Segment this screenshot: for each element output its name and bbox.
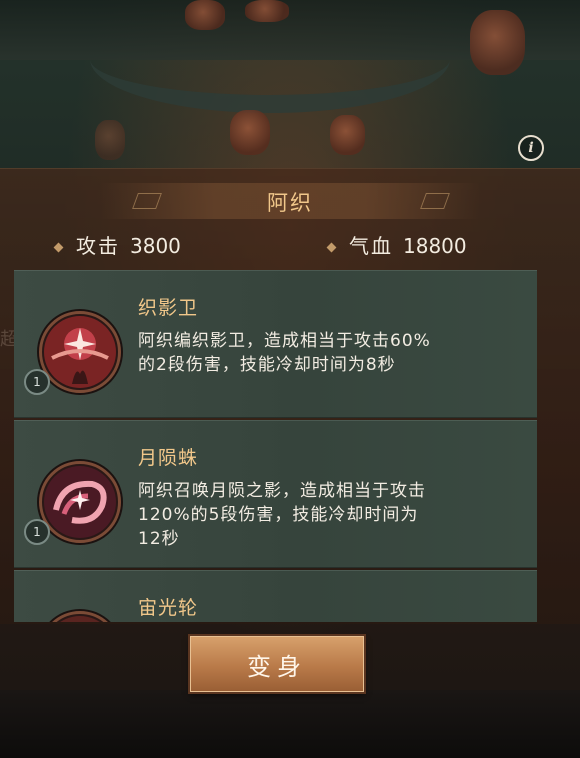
lantern-decoration — [470, 10, 525, 75]
skill-card[interactable]: 宙光轮 — [14, 570, 537, 622]
spiral-moon-skill-icon — [39, 461, 121, 543]
lantern-decoration — [185, 0, 225, 30]
stat-value: 18800 — [403, 234, 467, 258]
stat-label: 气血 — [349, 234, 393, 258]
stat-value: 3800 — [130, 234, 181, 258]
wheel-skill-icon — [39, 611, 121, 622]
skill-card[interactable]: 1 月陨蛛 阿织召唤月陨之影，造成相当于攻击120%的5段伤害，技能冷却时间为1… — [14, 420, 537, 568]
stage-floor — [0, 690, 580, 758]
skill-name: 月陨蛛 — [138, 447, 199, 469]
skill-description: 阿织召唤月陨之影，造成相当于攻击120%的5段伤害，技能冷却时间为12秒 — [138, 481, 426, 549]
stat-hp: 气血 18800 — [326, 230, 467, 259]
skill-name: 宙光轮 — [138, 597, 199, 619]
skill-level-badge: 1 — [24, 369, 50, 395]
title-bar: 阿织 — [100, 183, 480, 219]
stat-attack: 攻击 3800 — [53, 230, 181, 259]
skill-list[interactable]: 1 织影卫 阿织编织影卫，造成相当于攻击60%的2段伤害，技能冷却时间为8秒 1… — [14, 270, 537, 622]
info-icon[interactable]: i — [518, 135, 544, 161]
skill-card[interactable]: 1 织影卫 阿织编织影卫，造成相当于攻击60%的2段伤害，技能冷却时间为8秒 — [14, 270, 537, 418]
lantern-decoration — [95, 120, 125, 160]
character-name: 阿织 — [267, 191, 313, 215]
stat-label: 攻击 — [76, 234, 120, 258]
transform-button[interactable]: 变身 — [190, 636, 364, 692]
skill-name: 织影卫 — [138, 297, 199, 319]
star-burst-skill-icon — [39, 311, 121, 393]
diamond-bullet-icon — [326, 242, 337, 253]
skill-level-badge: 1 — [24, 519, 50, 545]
lantern-decoration — [230, 110, 270, 155]
skill-description: 阿织编织影卫，造成相当于攻击60%的2段伤害，技能冷却时间为8秒 — [138, 331, 431, 375]
lantern-decoration — [330, 115, 365, 155]
lantern-decoration — [245, 0, 289, 22]
diamond-bullet-icon — [53, 242, 64, 253]
